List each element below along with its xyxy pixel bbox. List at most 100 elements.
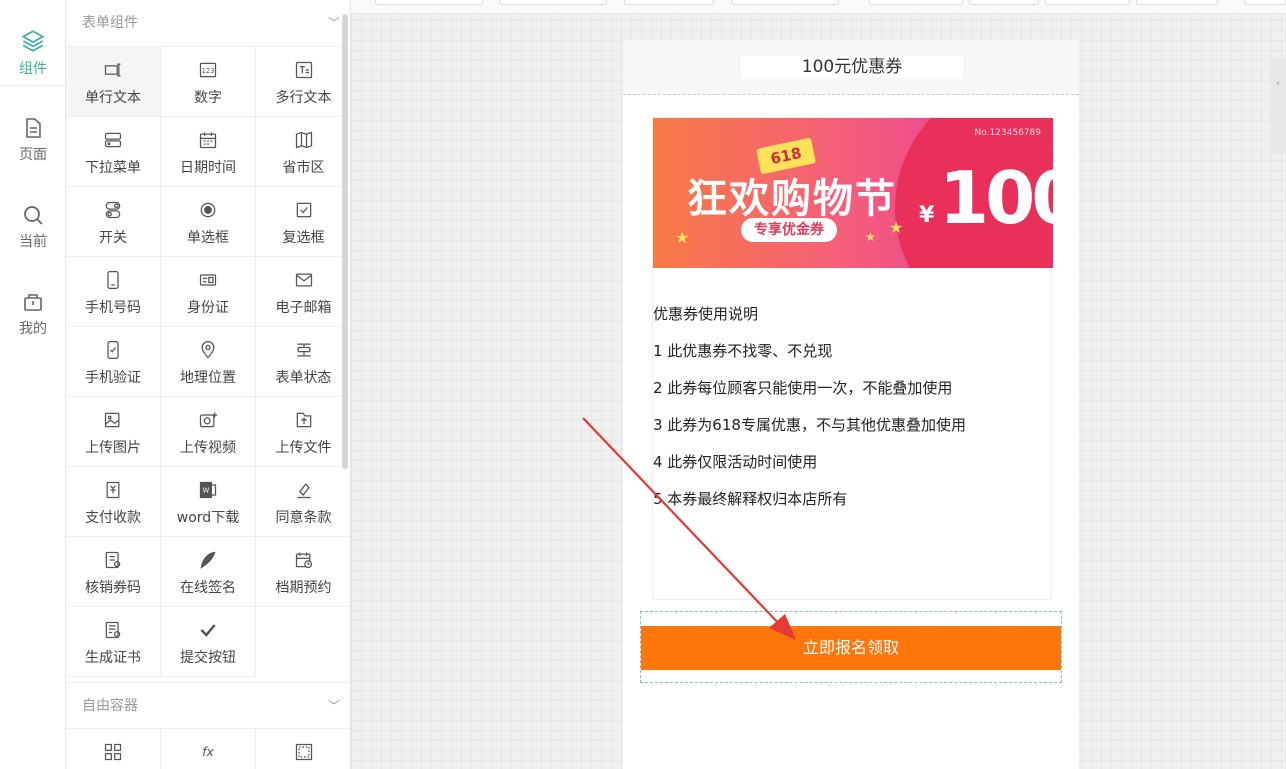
- component-phone[interactable]: 手机号码: [66, 257, 161, 327]
- toolbar-button[interactable]: [1045, 0, 1130, 5]
- submit-button[interactable]: 立即报名领取: [641, 626, 1061, 670]
- banner-serial: No.123456789: [974, 128, 1041, 138]
- component-label: 省市区: [282, 160, 325, 176]
- notes-title: 优惠券使用说明: [653, 305, 759, 323]
- component-label: 身份证: [187, 300, 229, 316]
- note-item: 3 此券为618专属优惠，不与其他优惠叠加使用: [653, 416, 966, 434]
- component-multi-line-text[interactable]: 多行文本: [256, 47, 350, 117]
- section-header-form-components[interactable]: 表单组件 ﹀: [66, 0, 350, 46]
- svg-text:123: 123: [202, 67, 215, 75]
- component-form-status[interactable]: 表单状态: [256, 327, 350, 397]
- rail-label: 页面: [19, 147, 47, 163]
- component-toggle[interactable]: 开关: [66, 187, 161, 257]
- right-side-tab[interactable]: ‹: [1270, 58, 1286, 154]
- component-id-card[interactable]: 身份证: [161, 257, 256, 327]
- note-item: 2 此券每位顾客只能使用一次，不能叠加使用: [653, 379, 953, 397]
- component-single-line-text[interactable]: 单行文本: [66, 47, 161, 117]
- mail-icon: [256, 269, 350, 291]
- video-upload-icon: [161, 409, 255, 431]
- frame-icon: [256, 741, 350, 763]
- calendar-icon: [161, 129, 255, 151]
- component-dropdown[interactable]: 下拉菜单: [66, 117, 161, 187]
- component-map-region[interactable]: 省市区: [256, 117, 350, 187]
- component-label: 多行文本: [275, 90, 332, 106]
- page-title[interactable]: 100元优惠券: [741, 56, 963, 78]
- component-frame[interactable]: [256, 729, 350, 769]
- component-label: 档期预约: [275, 580, 332, 596]
- panel-scrollbar[interactable]: [342, 14, 348, 469]
- component-mail[interactable]: 电子邮箱: [256, 257, 350, 327]
- component-label: 下拉菜单: [85, 160, 141, 176]
- component-word[interactable]: Wword下载: [161, 467, 256, 537]
- component-image-upload[interactable]: 上传图片: [66, 397, 161, 467]
- component-schedule[interactable]: 档期预约: [256, 537, 350, 607]
- phone-preview: 100元优惠券 No.123456789 618 狂欢购物节 专享优金券 ¥ 1…: [623, 40, 1079, 769]
- toolbar-button[interactable]: [499, 0, 607, 5]
- rail-label: 我的: [19, 321, 47, 337]
- toolbar-button[interactable]: [1136, 0, 1218, 5]
- component-file-upload[interactable]: 上传文件: [256, 397, 350, 467]
- component-grid-layout[interactable]: [66, 729, 161, 769]
- submit-button-container[interactable]: 立即报名领取: [640, 611, 1062, 683]
- toolbar-button[interactable]: [969, 0, 1039, 5]
- phone-verify-icon: [66, 339, 160, 361]
- left-nav-rail: 组件 页面 当前 我的: [0, 0, 66, 769]
- schedule-icon: [256, 549, 350, 571]
- rail-label: 组件: [19, 61, 47, 77]
- component-label: 手机验证: [85, 370, 141, 386]
- component-label: 生成证书: [85, 650, 141, 666]
- toolbar-button[interactable]: [1244, 0, 1286, 5]
- component-location[interactable]: 地理位置: [161, 327, 256, 397]
- component-payment[interactable]: 支付收款: [66, 467, 161, 537]
- note-item: 1 此优惠券不找零、不兑现: [653, 342, 833, 360]
- design-canvas: ‹ 100元优惠券 No.123456789 618 狂欢购物节 专享优金券 ¥…: [351, 0, 1286, 769]
- component-video-upload[interactable]: 上传视频: [161, 397, 256, 467]
- map-region-icon: [256, 129, 350, 151]
- component-phone-verify[interactable]: 手机验证: [66, 327, 161, 397]
- id-card-icon: [161, 269, 255, 291]
- note-item: 4 此券仅限活动时间使用: [653, 453, 818, 471]
- file-upload-icon: [256, 409, 350, 431]
- rich-text-block[interactable]: No.123456789 618 狂欢购物节 专享优金券 ¥ 100 ★ ★ ★…: [652, 117, 1053, 600]
- rail-item-current[interactable]: 当前: [0, 203, 66, 289]
- svg-text:fx: fx: [202, 744, 214, 759]
- toolbar-button[interactable]: [375, 0, 483, 5]
- dropdown-icon: [66, 129, 160, 151]
- component-number[interactable]: 123 数字: [161, 47, 256, 117]
- svg-text:W: W: [203, 487, 210, 495]
- component-check[interactable]: 提交按钮: [161, 607, 256, 677]
- radio-icon: [161, 199, 255, 221]
- component-label: 支付收款: [85, 510, 141, 526]
- toolbar-button[interactable]: [869, 0, 963, 5]
- component-certificate[interactable]: 生成证书: [66, 607, 161, 677]
- toolbar-button[interactable]: [624, 0, 714, 5]
- component-radio[interactable]: 单选框: [161, 187, 256, 257]
- component-label: 核销券码: [85, 580, 141, 596]
- phone-header: 100元优惠券: [623, 40, 1079, 95]
- component-label: 在线签名: [180, 580, 236, 596]
- toolbar-button[interactable]: [731, 0, 839, 5]
- component-label: 表单状态: [275, 370, 332, 386]
- component-label: 日期时间: [180, 160, 236, 176]
- component-label: 开关: [99, 230, 127, 246]
- rail-item-components[interactable]: 组件: [0, 0, 66, 86]
- component-calendar[interactable]: 日期时间: [161, 117, 256, 187]
- layers-icon: [21, 30, 45, 52]
- component-agreement[interactable]: 同意条款: [256, 467, 350, 537]
- component-formula[interactable]: fx: [161, 729, 256, 769]
- component-checkbox[interactable]: 复选框: [256, 187, 350, 257]
- rail-item-pages[interactable]: 页面: [0, 116, 66, 202]
- grid-layout-icon: [66, 741, 160, 763]
- banner-headline: 狂欢购物节: [687, 176, 897, 222]
- component-grid: 单行文本 123 数字 多行文本下拉菜单 日期时间 省市区开关 单选框 复选框手机号码 身份证 电…: [66, 46, 350, 677]
- banner-pill: 专享优金券: [741, 218, 837, 242]
- coupon-notes: 优惠券使用说明 1 此优惠券不找零、不兑现 2 此券每位顾客只能使用一次，不能叠…: [653, 303, 1053, 525]
- word-icon: W: [161, 479, 255, 501]
- component-signature[interactable]: 在线签名: [161, 537, 256, 607]
- component-coupon-verify[interactable]: 核销券码: [66, 537, 161, 607]
- search-icon: [24, 206, 43, 225]
- agreement-icon: [256, 479, 350, 501]
- chevron-down-icon: ﹀: [327, 16, 340, 30]
- section-header-free-container[interactable]: 自由容器 ﹀: [66, 682, 350, 728]
- rail-item-mine[interactable]: 我的: [0, 290, 66, 376]
